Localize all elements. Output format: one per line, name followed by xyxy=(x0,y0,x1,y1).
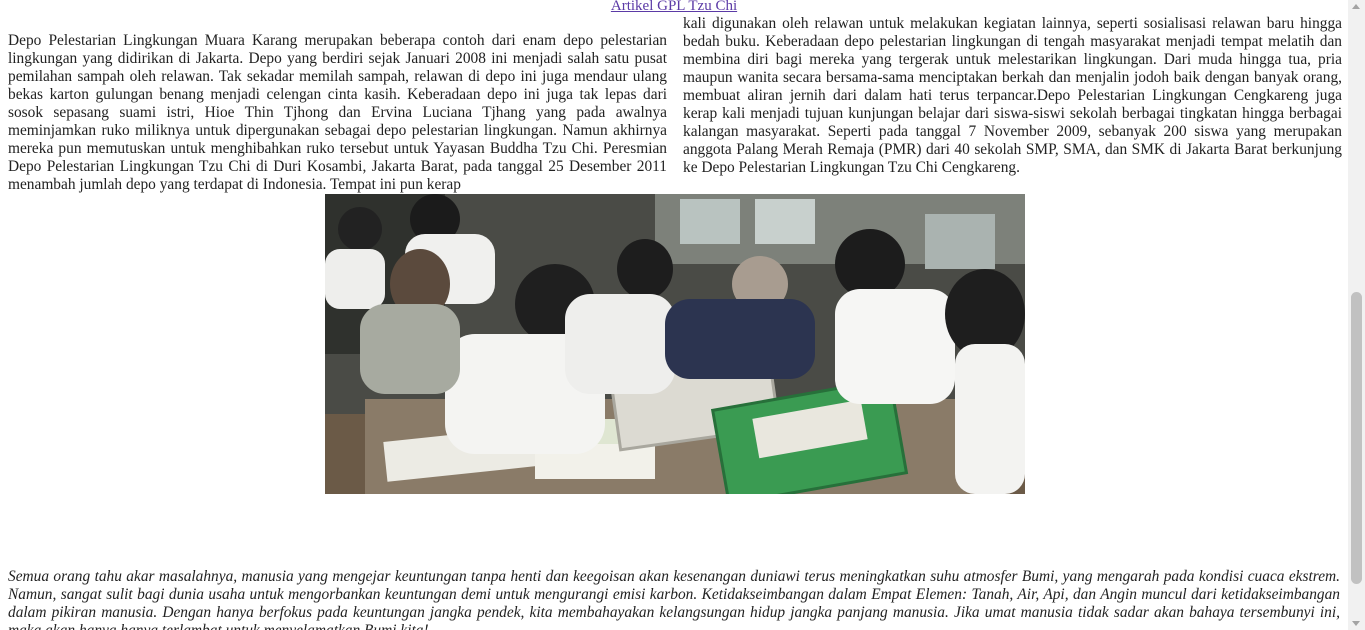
article-page: Artikel GPL Tzu Chi Depo Pelestarian Lin… xyxy=(0,0,1348,630)
article-quote: Semua orang tahu akar masalahnya, manusi… xyxy=(8,568,1340,630)
scroll-up-icon[interactable] xyxy=(1352,4,1360,9)
article-right-column: kali digunakan oleh relawan untuk melaku… xyxy=(683,15,1342,176)
article-title-link[interactable]: Artikel GPL Tzu Chi xyxy=(0,0,1348,15)
scroll-thumb[interactable] xyxy=(1351,292,1362,584)
vertical-scrollbar[interactable] xyxy=(1348,0,1365,630)
article-left-column: Depo Pelestarian Lingkungan Muara Karang… xyxy=(8,32,667,193)
scroll-down-icon[interactable] xyxy=(1352,621,1360,626)
article-columns: Depo Pelestarian Lingkungan Muara Karang… xyxy=(8,15,1342,195)
photo-illustration xyxy=(325,194,1025,494)
students-sorting-photo xyxy=(325,194,1025,494)
